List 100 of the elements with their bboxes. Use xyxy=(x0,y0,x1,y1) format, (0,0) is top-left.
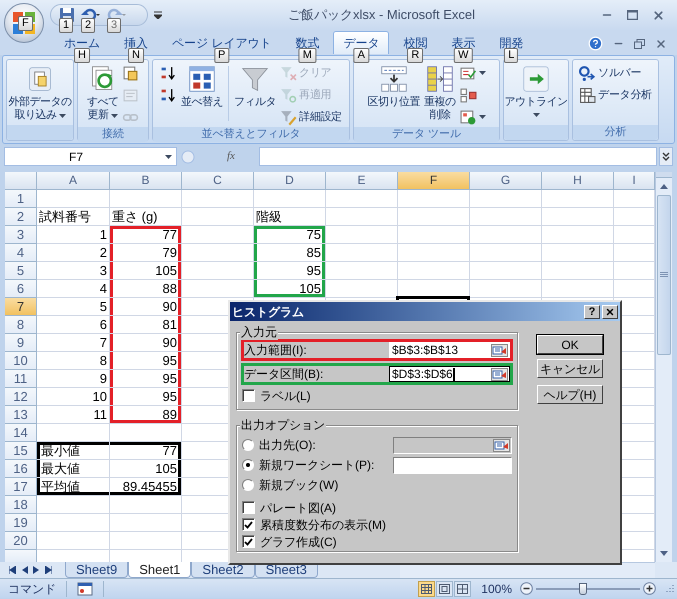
scroll-left-icon[interactable] xyxy=(21,566,28,574)
row-header[interactable]: 10 xyxy=(5,352,37,370)
table-cell xyxy=(110,190,182,208)
column-header[interactable]: E xyxy=(326,172,398,190)
view-mode-button[interactable] xyxy=(418,580,436,596)
sheet-tab[interactable]: Sheet9 xyxy=(65,562,128,578)
row-header[interactable]: 3 xyxy=(5,226,37,244)
checkbox[interactable] xyxy=(242,518,255,531)
row-header[interactable]: 15 xyxy=(5,442,37,460)
collapse-dialog-icon[interactable] xyxy=(491,368,508,380)
row-header[interactable]: 16 xyxy=(5,460,37,478)
ribbon-button[interactable]: ソルバー xyxy=(579,63,652,83)
reapply-filter-icon xyxy=(280,86,298,104)
vertical-scrollbar[interactable] xyxy=(655,172,672,562)
keytip-tooltip: P xyxy=(214,48,230,63)
column-header[interactable]: C xyxy=(182,172,254,190)
close-icon[interactable] xyxy=(652,8,665,22)
row-header[interactable]: 1 xyxy=(5,190,37,208)
column-header[interactable]: I xyxy=(614,172,655,190)
ribbon-button[interactable]: 区切り位置 xyxy=(366,60,422,127)
column-header[interactable]: D xyxy=(254,172,326,190)
checkbox[interactable] xyxy=(242,535,255,548)
restore-icon[interactable] xyxy=(634,38,645,48)
page-view-icon xyxy=(439,584,450,594)
help-icon[interactable] xyxy=(588,36,603,51)
ribbon-button[interactable]: 外部データの 取り込み xyxy=(6,60,74,125)
collapse-dialog-icon[interactable] xyxy=(491,344,508,356)
column-header[interactable]: H xyxy=(542,172,614,190)
column-header[interactable]: G xyxy=(470,172,542,190)
ribbon-button[interactable]: すべて 更新 xyxy=(84,60,120,127)
zoom-out-icon[interactable] xyxy=(520,582,533,595)
radio-button[interactable] xyxy=(242,479,254,491)
checkbox[interactable] xyxy=(242,389,255,402)
checkbox[interactable] xyxy=(242,501,255,514)
checkbox-label: 累積度数分布の表示(M) xyxy=(260,516,386,534)
ribbon-button[interactable]: フィルタ xyxy=(232,60,278,127)
view-mode-button[interactable] xyxy=(436,580,454,596)
row-header[interactable]: 2 xyxy=(5,208,37,226)
dialog-button[interactable]: キャンセル xyxy=(537,359,603,378)
zoom-slider[interactable] xyxy=(536,582,640,594)
row-header[interactable]: 6 xyxy=(5,280,37,298)
scroll-down-icon[interactable] xyxy=(660,551,668,556)
row-header[interactable]: 11 xyxy=(5,370,37,388)
ribbon-button[interactable]: 詳細設定 xyxy=(280,107,342,127)
help-button[interactable]: ? xyxy=(584,304,600,318)
zoom-in-icon[interactable] xyxy=(643,582,656,595)
scroll-thumb[interactable] xyxy=(657,195,671,355)
ribbon-button[interactable]: アウトライン xyxy=(502,60,570,125)
name-box[interactable]: F7 xyxy=(4,147,177,166)
column-header[interactable]: B xyxy=(110,172,182,190)
table-cell xyxy=(182,226,254,244)
ribbon-button[interactable]: データ分析 xyxy=(579,85,652,105)
scroll-right-icon[interactable] xyxy=(33,566,40,574)
row-header[interactable]: 17 xyxy=(5,478,37,496)
dialog-button[interactable]: OK xyxy=(537,335,603,354)
row-header[interactable]: 7 xyxy=(5,298,37,316)
insert-function-button[interactable]: fx xyxy=(227,148,235,165)
input-field[interactable]: $B$3:$B$13 xyxy=(389,342,510,358)
sheet-tab[interactable]: Sheet1 xyxy=(128,562,192,578)
table-cell xyxy=(470,244,542,262)
view-mode-button[interactable] xyxy=(454,580,472,596)
close-icon[interactable] xyxy=(655,38,667,50)
table-cell: 試料番号 xyxy=(37,208,110,226)
input-field[interactable] xyxy=(393,456,512,474)
row-header[interactable]: 19 xyxy=(5,514,37,532)
column-header[interactable]: A xyxy=(37,172,110,190)
sheet-tab[interactable]: Sheet2 xyxy=(191,562,255,578)
ribbon-button[interactable]: 重複の 削除 xyxy=(422,60,458,127)
table-cell: 階級 xyxy=(254,208,326,226)
row-header[interactable]: 12 xyxy=(5,388,37,406)
radio-button[interactable] xyxy=(242,439,254,451)
row-header[interactable]: 8 xyxy=(5,316,37,334)
input-field[interactable]: $D$3:$D$6 xyxy=(389,366,510,382)
zoom-thumb[interactable] xyxy=(578,582,587,594)
row-header[interactable]: 4 xyxy=(5,244,37,262)
scroll-up-icon[interactable] xyxy=(660,184,668,189)
zoom-level[interactable]: 100% xyxy=(481,580,512,598)
row-header[interactable]: 5 xyxy=(5,262,37,280)
maximize-icon[interactable] xyxy=(627,10,638,20)
scroll-right-icon[interactable] xyxy=(45,566,52,574)
table-cell xyxy=(398,262,470,280)
column-header[interactable]: F xyxy=(398,172,470,190)
expand-formula-button[interactable] xyxy=(659,147,673,166)
row-header[interactable]: 20 xyxy=(5,532,37,550)
radio-button[interactable] xyxy=(242,459,254,471)
macro-record-icon[interactable] xyxy=(77,582,93,596)
row-header[interactable]: 14 xyxy=(5,424,37,442)
row-header[interactable]: 18 xyxy=(5,496,37,514)
close-button[interactable] xyxy=(602,304,618,318)
group-label: 接続 xyxy=(78,127,148,142)
row-header[interactable]: 9 xyxy=(5,334,37,352)
scroll-left-icon[interactable] xyxy=(9,566,16,574)
ribbon-button[interactable]: 並べ替え xyxy=(179,60,226,127)
caret-icon xyxy=(478,71,486,75)
resize-grip-icon[interactable] xyxy=(664,584,674,594)
sort-ascending-icon xyxy=(160,64,178,82)
formula-input[interactable] xyxy=(259,147,657,166)
customize-arrow-icon[interactable] xyxy=(154,11,162,19)
row-header[interactable]: 13 xyxy=(5,406,37,424)
dialog-button[interactable]: ヘルプ(H) xyxy=(537,385,603,404)
